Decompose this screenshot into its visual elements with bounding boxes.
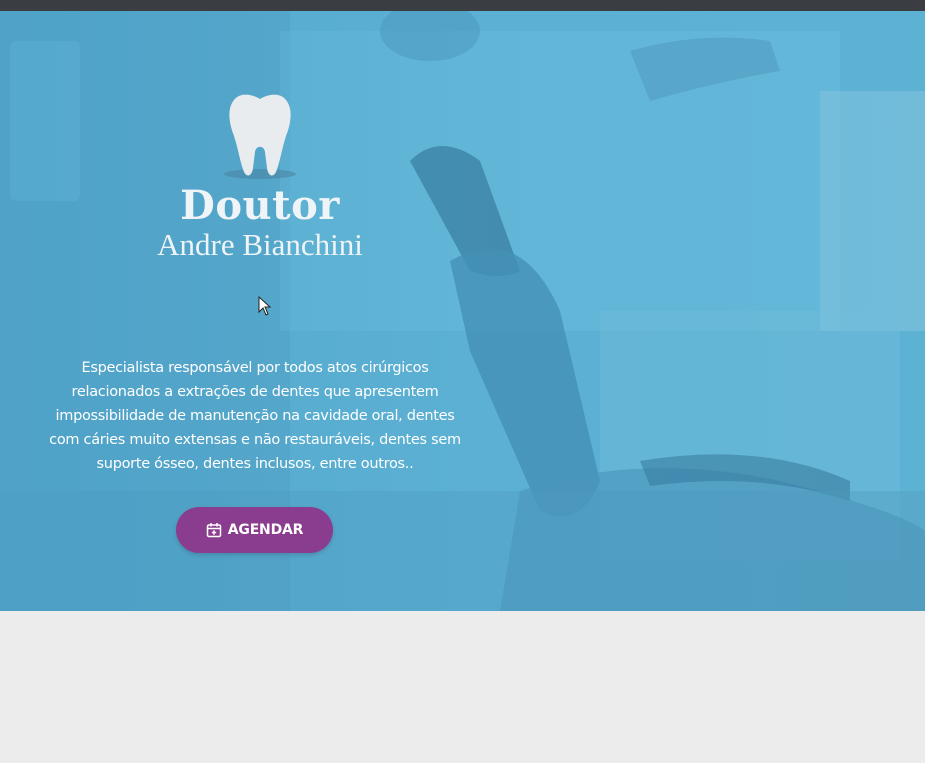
brand-title: Doutor: [180, 182, 340, 229]
hero-description: Especialista responsável por todos atos …: [49, 359, 461, 472]
schedule-button-label: AGENDAR: [227, 522, 304, 538]
tooth-icon: [224, 94, 296, 179]
calendar-plus-icon: [206, 523, 222, 538]
lower-section: [0, 611, 925, 763]
brand-logo: Doutor Andre Bianchini: [130, 90, 390, 262]
mouse-cursor-icon: [258, 296, 272, 316]
schedule-button[interactable]: AGENDAR: [176, 507, 333, 553]
top-bar: [0, 0, 925, 11]
brand-subtitle: Andre Bianchini: [157, 227, 363, 262]
